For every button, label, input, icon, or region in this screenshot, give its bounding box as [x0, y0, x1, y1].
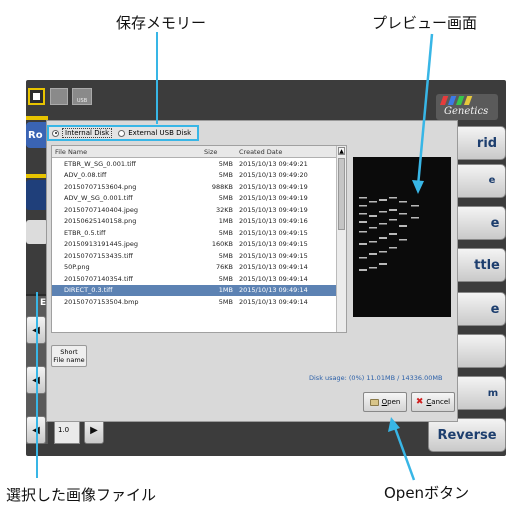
callout-arrows [388, 33, 434, 481]
